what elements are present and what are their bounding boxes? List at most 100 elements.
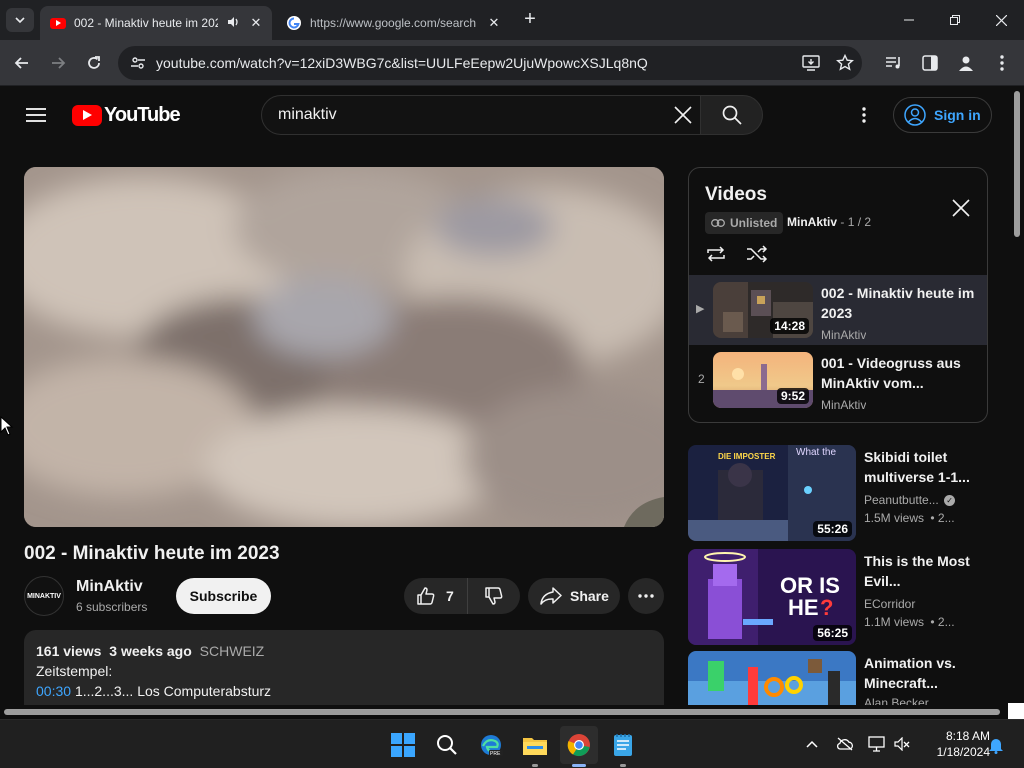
tab-youtube[interactable]: 002 - Minaktiv heute im 2023 ✕ (40, 6, 272, 40)
shuffle-button[interactable] (746, 245, 770, 265)
avatar-text: MINAKTIV (27, 592, 61, 600)
install-app-icon[interactable] (802, 55, 820, 71)
hamburger-icon (26, 108, 46, 122)
description-line: Zeitstempel: (36, 663, 113, 679)
svg-text:PRE: PRE (490, 751, 501, 757)
recommendation-item[interactable]: OR IS HE ? 56:25 This is the Most Evil..… (688, 549, 988, 645)
profile-button[interactable] (950, 47, 982, 79)
browser-toolbar: youtube.com/watch?v=12xiD3WBG7c&list=UUL… (0, 40, 1024, 86)
playlist-item[interactable]: 2 9:52 001 - Videogruss aus MinAktiv vom… (689, 345, 987, 415)
bookmark-star-icon[interactable] (836, 54, 854, 72)
minimize-button[interactable] (886, 0, 932, 40)
close-tab-icon[interactable]: ✕ (486, 15, 502, 31)
playlist-index: ▶ (696, 303, 705, 315)
dislike-button[interactable] (468, 578, 520, 614)
close-icon (995, 14, 1007, 26)
open-app-indicator (532, 764, 538, 767)
chrome-icon (567, 734, 590, 757)
playlist-index: 2 (698, 372, 705, 386)
notepad-icon (614, 734, 632, 756)
playlist-panel: Videos Unlisted MinAktiv - 1 / 2 ▶ 14:28… (688, 167, 988, 423)
back-button[interactable] (6, 47, 38, 79)
chrome-app[interactable] (560, 726, 598, 764)
playlist-title[interactable]: Videos (705, 184, 767, 206)
scroll-thumb[interactable] (1014, 91, 1020, 237)
scroll-thumb[interactable] (4, 709, 1000, 715)
file-explorer-app[interactable] (516, 726, 554, 764)
link-icon (711, 219, 725, 227)
upload-age: 3 weeks ago (109, 643, 192, 659)
media-control-button[interactable] (878, 47, 910, 79)
view-count: 161 views (36, 643, 102, 659)
tab-search-button[interactable] (6, 8, 34, 32)
settings-menu-button[interactable] (852, 103, 876, 127)
address-bar[interactable]: youtube.com/watch?v=12xiD3WBG7c&list=UUL… (118, 46, 862, 80)
loop-button[interactable] (705, 245, 729, 265)
chevron-up-icon[interactable] (806, 739, 818, 749)
reload-button[interactable] (78, 47, 110, 79)
close-playlist-button[interactable] (949, 196, 973, 220)
playlist-item[interactable]: ▶ 14:28 002 - Minaktiv heute im 2023 Min… (689, 275, 987, 345)
close-tab-icon[interactable]: ✕ (248, 15, 264, 31)
subscribe-button[interactable]: Subscribe (176, 578, 271, 614)
video-title: 002 - Minaktiv heute im 2023 (24, 543, 280, 564)
duration-badge: 55:26 (813, 521, 852, 537)
youtube-logo[interactable]: YouTube (72, 103, 181, 126)
hamburger-menu-button[interactable] (22, 101, 50, 129)
unlisted-badge: Unlisted (705, 212, 784, 234)
thumbnail-caption: What the (796, 447, 836, 458)
video-thumbnail: DIE IMPOSTER What the 55:26 (688, 445, 856, 541)
share-button[interactable]: Share (528, 578, 620, 614)
restore-button[interactable] (932, 0, 978, 40)
clock[interactable]: 8:18 AM 1/18/2024 (918, 728, 990, 760)
horizontal-scrollbar[interactable] (0, 705, 1010, 719)
side-panel-button[interactable] (914, 47, 946, 79)
tab-title: https://www.google.com/search (310, 16, 477, 30)
notification-bell-icon[interactable] (988, 736, 1004, 754)
start-button[interactable] (384, 726, 422, 764)
thumbnail-caption: DIE IMPOSTER (718, 452, 776, 461)
vertical-scrollbar[interactable] (1010, 87, 1024, 707)
more-actions-button[interactable] (628, 578, 664, 614)
chrome-menu-button[interactable] (986, 47, 1018, 79)
duration-badge: 9:52 (776, 388, 809, 404)
description-box[interactable]: 161 views 3 weeks ago SCHWEIZ Zeitstempe… (24, 630, 664, 707)
timestamp-link[interactable]: 00:30 (36, 683, 71, 699)
video-thumbnail: 9:52 (713, 352, 813, 408)
playlist-position: - 1 / 2 (840, 215, 872, 229)
like-button[interactable]: 7 (404, 578, 468, 614)
minimize-icon (904, 19, 914, 21)
video-player[interactable] (24, 167, 664, 527)
recommendation-item[interactable]: Animation vs. Minecraft... Alan Becker (688, 651, 988, 707)
youtube-play-icon (72, 104, 102, 126)
channel-avatar[interactable]: MINAKTIV (24, 576, 64, 616)
playlist-owner[interactable]: MinAktiv (787, 215, 837, 229)
subscribe-label: Subscribe (189, 588, 258, 604)
forward-button[interactable] (42, 47, 74, 79)
network-icon[interactable] (868, 736, 886, 752)
new-tab-button[interactable]: + (518, 9, 542, 30)
sign-in-button[interactable]: Sign in (893, 97, 992, 133)
playlist-item-channel: MinAktiv (821, 328, 867, 342)
site-info-icon[interactable] (130, 55, 146, 71)
chevron-down-icon (15, 17, 25, 24)
taskbar-search-button[interactable] (428, 726, 466, 764)
browser-tab-bar: 002 - Minaktiv heute im 2023 ✕ https://w… (0, 0, 1024, 40)
tab-google[interactable]: https://www.google.com/search ✕ (278, 6, 510, 40)
search-button[interactable] (700, 95, 763, 135)
channel-name[interactable]: MinAktiv (76, 578, 143, 596)
edge-dev-app[interactable]: PRE (472, 726, 510, 764)
speaker-icon[interactable] (226, 15, 240, 29)
notepad-app[interactable] (604, 726, 642, 764)
recommendation-item[interactable]: DIE IMPOSTER What the 55:26 Skibidi toil… (688, 445, 988, 541)
cloud-offline-icon[interactable] (836, 737, 854, 751)
close-window-button[interactable] (978, 0, 1024, 40)
playlist-item-title: 001 - Videogruss aus MinAktiv vom... (821, 355, 961, 391)
volume-muted-icon[interactable] (894, 737, 910, 751)
location-tag[interactable]: SCHWEIZ (200, 643, 265, 659)
youtube-logo-text: YouTube (104, 103, 181, 126)
search-input[interactable]: minaktiv (278, 106, 337, 124)
clear-search-icon[interactable] (674, 106, 692, 124)
search-box[interactable]: minaktiv (261, 95, 701, 135)
account-circle-icon (904, 104, 926, 126)
